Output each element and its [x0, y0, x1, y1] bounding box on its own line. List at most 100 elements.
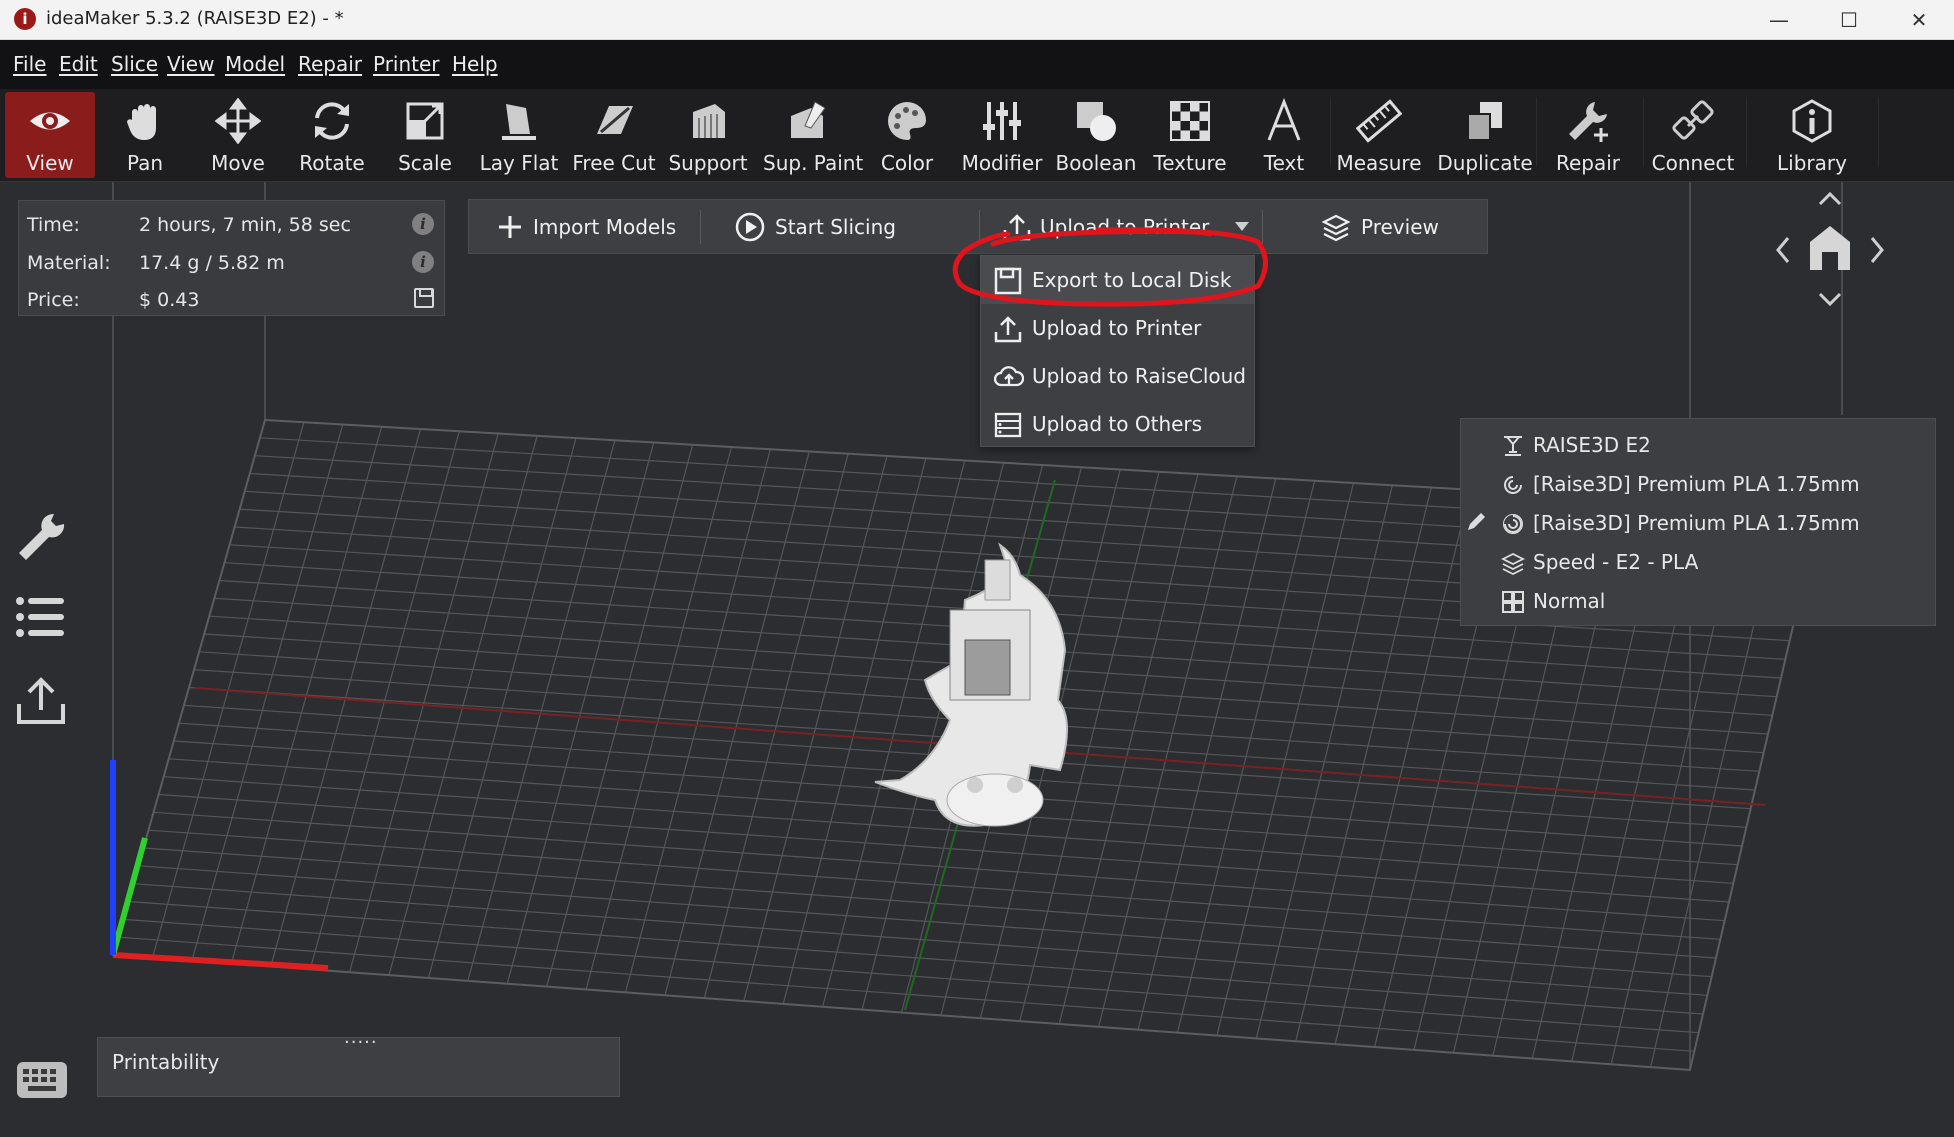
printer-row[interactable]: RAISE3D E2 — [1461, 425, 1935, 464]
preview-button[interactable]: Preview — [1263, 200, 1488, 253]
tool-repair[interactable]: Repair — [1543, 92, 1633, 178]
printability-panel[interactable]: Printability ····· — [97, 1032, 620, 1097]
tool-label: Sup. Paint — [763, 151, 864, 175]
menu-view[interactable]: View — [167, 52, 214, 76]
nav-left-icon[interactable] — [1776, 237, 1790, 263]
tool-measure[interactable]: Measure — [1334, 92, 1424, 178]
tool-move[interactable]: Move — [193, 92, 283, 178]
list-icon[interactable] — [14, 592, 68, 642]
tool-boolean[interactable]: Boolean — [1051, 92, 1141, 178]
start-slicing-button[interactable]: Start Slicing — [701, 200, 981, 253]
nav-up-icon[interactable] — [1818, 191, 1842, 206]
print-template-row[interactable]: Speed - E2 - PLA — [1461, 542, 1935, 581]
menu-upload-to-others[interactable]: Upload to Others — [981, 400, 1254, 448]
home-view-icon[interactable] — [1810, 226, 1850, 270]
tool-label: Text — [1263, 151, 1305, 175]
hand-icon — [127, 104, 156, 140]
price-value: $ 0.43 — [139, 289, 200, 311]
modifier-sliders-icon — [983, 102, 1021, 140]
pencil-edit-icon[interactable] — [1466, 510, 1488, 532]
tool-connect[interactable]: Connect — [1648, 92, 1738, 178]
menu-upload-to-raisecloud[interactable]: Upload to RaiseCloud — [981, 352, 1254, 400]
toolbar-separator — [1330, 97, 1331, 167]
tool-label: Duplicate — [1437, 151, 1533, 175]
import-models-label: Import Models — [533, 215, 677, 239]
menu-slice[interactable]: Slice — [111, 52, 158, 76]
menu-file[interactable]: File — [13, 52, 46, 76]
tool-scale[interactable]: Scale — [380, 92, 470, 178]
tool-free-cut[interactable]: Free Cut — [569, 92, 659, 178]
minimize-button[interactable]: — — [1748, 0, 1810, 40]
support-paint-icon — [791, 101, 826, 138]
left-filament-row[interactable]: [Raise3D] Premium PLA 1.75mm — [1461, 464, 1935, 503]
preview-label: Preview — [1361, 215, 1439, 239]
tool-label: Rotate — [299, 151, 365, 175]
tool-color[interactable]: Color — [862, 92, 952, 178]
right-filament-row[interactable]: [Raise3D] Premium PLA 1.75mm — [1461, 503, 1935, 542]
tool-sup-paint[interactable]: Sup. Paint — [763, 92, 864, 178]
eye-icon — [30, 112, 70, 130]
camera-navigation-cluster — [1776, 191, 1884, 307]
material-value: 17.4 g / 5.82 m — [139, 252, 285, 274]
tool-label: Color — [880, 151, 934, 175]
toolbar-separator — [1536, 97, 1537, 167]
left-filament-name: [Raise3D] Premium PLA 1.75mm — [1533, 472, 1860, 496]
time-value: 2 hours, 7 min, 58 sec — [139, 214, 351, 236]
menu-repair[interactable]: Repair — [298, 52, 362, 76]
tool-support[interactable]: Support — [663, 92, 753, 178]
cloud-upload-icon — [994, 366, 1024, 387]
material-label: Material: — [27, 252, 111, 274]
play-circle-icon — [735, 212, 765, 242]
drag-handle-icon[interactable]: ····· — [344, 1032, 378, 1053]
move-arrows-icon — [215, 98, 261, 144]
tool-texture[interactable]: Texture — [1145, 92, 1235, 178]
nav-right-icon[interactable] — [1870, 237, 1884, 263]
tool-modifier[interactable]: Modifier — [957, 92, 1047, 178]
info-icon[interactable]: i — [412, 213, 434, 235]
tool-duplicate[interactable]: Duplicate — [1437, 92, 1533, 178]
maximize-button[interactable]: ☐ — [1818, 0, 1880, 40]
printer-name: RAISE3D E2 — [1533, 433, 1651, 457]
rotate-icon — [315, 102, 349, 140]
material-row: Material: 17.4 g / 5.82 m i — [19, 243, 444, 279]
toolbar-separator — [1643, 97, 1644, 167]
keyboard-icon[interactable] — [16, 1060, 68, 1100]
nav-down-icon[interactable] — [1818, 292, 1842, 307]
tool-rotate[interactable]: Rotate — [287, 92, 377, 178]
title-bar: i ideaMaker 5.3.2 (RAISE3D E2) - * — ☐ ✕ — [0, 0, 1954, 40]
main-toolbar: View Pan Move Rotate Scale Lay Flat Free… — [0, 89, 1954, 182]
upload-icon — [994, 316, 1022, 343]
tool-label: Move — [211, 151, 265, 175]
menu-printer[interactable]: Printer — [373, 52, 440, 76]
menu-help[interactable]: Help — [452, 52, 498, 76]
tool-text[interactable]: Text — [1239, 92, 1329, 178]
tool-label: Repair — [1555, 151, 1621, 175]
tool-pan[interactable]: Pan — [100, 92, 190, 178]
close-button[interactable]: ✕ — [1888, 0, 1950, 40]
tool-label: Free Cut — [572, 151, 656, 175]
layers-preview-icon — [1321, 214, 1351, 242]
printer-profile-panel: RAISE3D E2 [Raise3D] Premium PLA 1.75mm … — [1460, 418, 1936, 626]
save-icon[interactable] — [414, 288, 434, 308]
quality-row[interactable]: Normal — [1461, 581, 1935, 620]
info-icon[interactable]: i — [412, 251, 434, 273]
window-title: ideaMaker 5.3.2 (RAISE3D E2) - * — [46, 8, 344, 29]
tool-label: Texture — [1153, 151, 1227, 175]
menu-item-label: Upload to RaiseCloud — [1032, 364, 1246, 388]
menu-edit[interactable]: Edit — [59, 52, 98, 76]
time-row: Time: 2 hours, 7 min, 58 sec i — [19, 205, 444, 241]
3d-viewport[interactable] — [0, 182, 1954, 1137]
palette-icon — [887, 102, 926, 140]
wrench-settings-icon[interactable] — [14, 510, 68, 564]
menu-model[interactable]: Model — [225, 52, 285, 76]
price-label: Price: — [27, 289, 80, 311]
tool-label: Modifier — [961, 151, 1043, 175]
text-a-icon — [1267, 98, 1301, 141]
export-upload-icon[interactable] — [14, 674, 68, 728]
wrench-plus-icon — [1569, 102, 1608, 142]
tool-library[interactable]: Library — [1768, 92, 1856, 178]
tool-view[interactable]: View — [5, 92, 95, 178]
import-models-button[interactable]: Import Models — [469, 200, 700, 253]
tool-lay-flat[interactable]: Lay Flat — [474, 92, 564, 178]
app-logo-icon: i — [14, 8, 36, 30]
